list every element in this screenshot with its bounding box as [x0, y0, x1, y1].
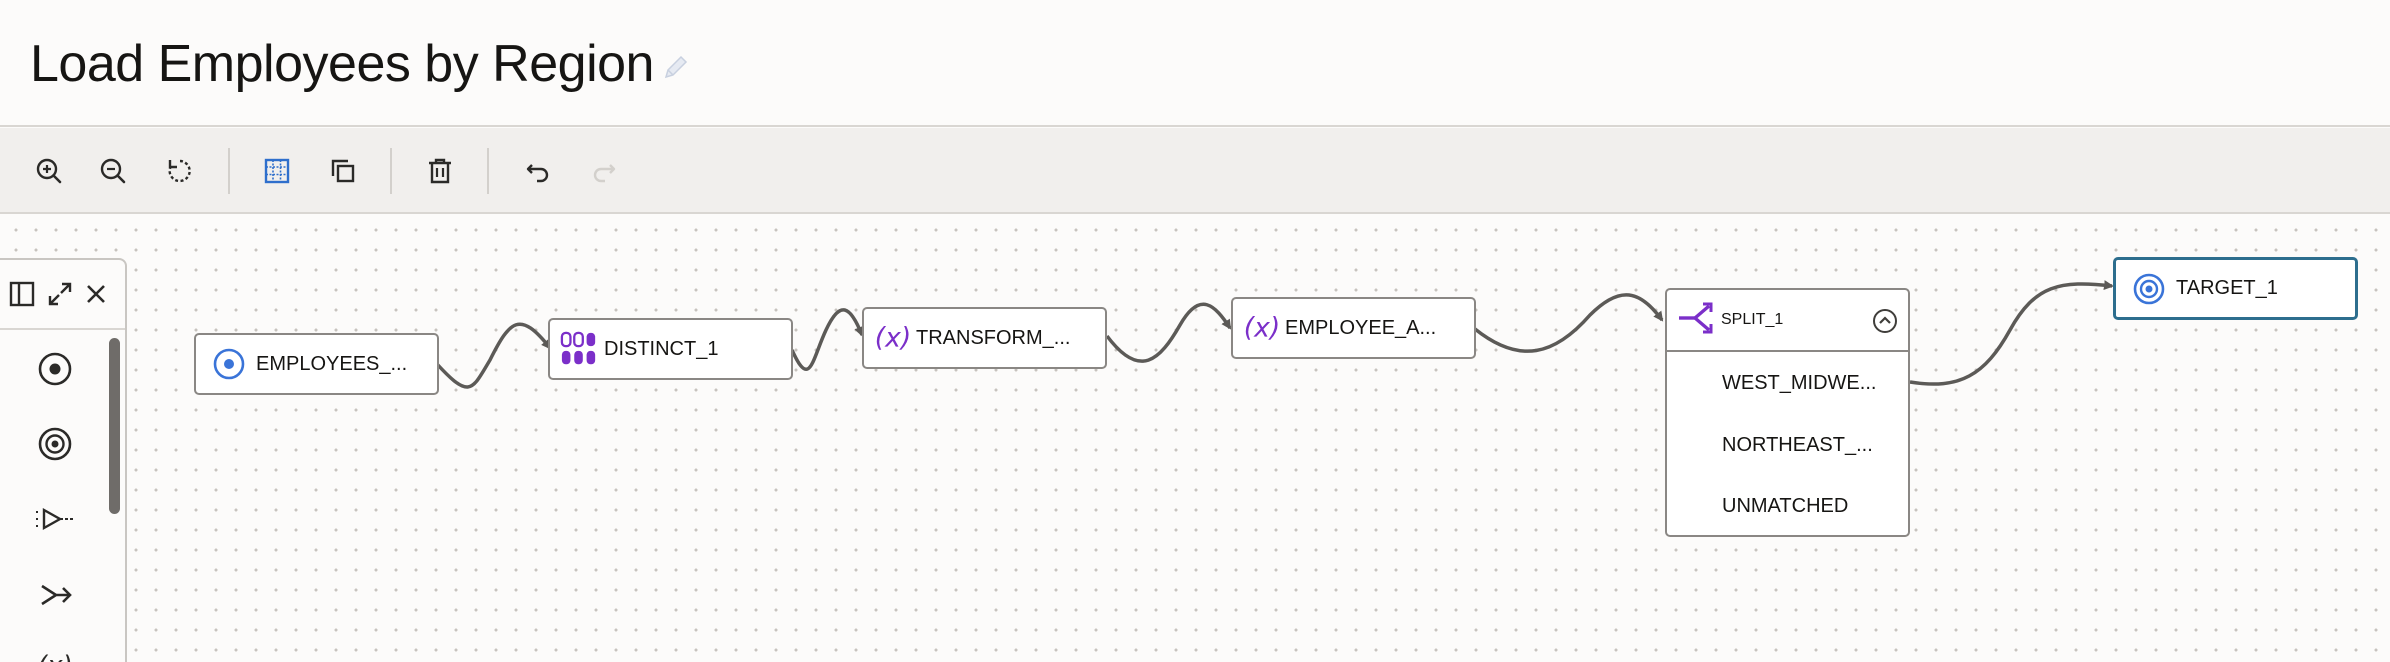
delete-trash-icon[interactable]	[419, 150, 461, 192]
close-icon[interactable]	[80, 278, 112, 310]
split-header[interactable]: SPLIT_1	[1667, 290, 1908, 352]
split-output-item[interactable]: NORTHEAST_...	[1722, 434, 1873, 457]
expression-icon: (x)	[1243, 309, 1281, 347]
reset-layout-icon[interactable]	[159, 150, 201, 192]
node-split[interactable]: SPLIT_1 WEST_MIDWE... NORTHEAST_... UNMA…	[1665, 288, 1910, 537]
source-operator-icon[interactable]	[30, 344, 80, 394]
toolbar-separator	[487, 148, 489, 194]
edit-title-pencil-icon[interactable]	[659, 50, 693, 84]
app: Load Employees by Region EMPLOYEES_... D…	[0, 0, 2390, 662]
expression-icon: (x)	[874, 319, 912, 357]
redo-icon[interactable]	[583, 150, 625, 192]
expression-operator-icon[interactable]: (x)	[30, 638, 80, 662]
panel-toggle-icon[interactable]	[6, 278, 38, 310]
undo-icon[interactable]	[517, 150, 559, 192]
target-operator-icon[interactable]	[30, 419, 80, 469]
node-employees-source[interactable]: EMPLOYEES_...	[194, 333, 439, 395]
toolbar-separator	[228, 148, 230, 194]
svg-text:(x): (x)	[1244, 313, 1281, 344]
svg-text:(x): (x)	[37, 651, 73, 662]
operator-palette: (x)	[0, 258, 127, 662]
collapse-chevron-up-icon[interactable]	[1872, 308, 1898, 334]
toolbar	[0, 128, 2390, 214]
node-employee-a[interactable]: (x) EMPLOYEE_A...	[1231, 297, 1476, 359]
node-label: TARGET_1	[2176, 277, 2278, 299]
page-title: Load Employees by Region	[30, 35, 654, 93]
source-icon	[210, 345, 248, 383]
node-label: EMPLOYEE_A...	[1285, 316, 1437, 339]
zoom-in-icon[interactable]	[28, 150, 70, 192]
split-output-item[interactable]: WEST_MIDWE...	[1722, 372, 1876, 395]
split-output-item[interactable]: UNMATCHED	[1722, 495, 1848, 518]
target-icon	[2130, 270, 2168, 308]
node-label: DISTINCT_1	[604, 337, 719, 360]
node-distinct[interactable]: DISTINCT_1	[548, 318, 793, 380]
node-transform[interactable]: (x) TRANSFORM_...	[862, 307, 1107, 369]
split-icon	[1677, 300, 1717, 341]
expand-icon[interactable]	[44, 278, 76, 310]
join-operator-icon[interactable]	[30, 570, 80, 620]
node-target[interactable]: TARGET_1	[2113, 257, 2358, 320]
palette-scrollbar[interactable]	[109, 338, 120, 514]
palette-header	[0, 260, 125, 330]
node-label: SPLIT_1	[1721, 311, 1784, 328]
distinct-icon	[560, 330, 598, 368]
zoom-out-icon[interactable]	[92, 150, 134, 192]
grid-icon[interactable]	[256, 150, 298, 192]
svg-text:(x): (x)	[875, 323, 912, 354]
page-header: Load Employees by Region	[0, 0, 2390, 127]
toolbar-separator	[390, 148, 392, 194]
node-label: TRANSFORM_...	[916, 326, 1071, 349]
filter-operator-icon[interactable]	[30, 494, 80, 544]
node-label: EMPLOYEES_...	[256, 352, 408, 375]
flow-canvas[interactable]	[0, 216, 2390, 662]
duplicate-icon[interactable]	[322, 150, 364, 192]
